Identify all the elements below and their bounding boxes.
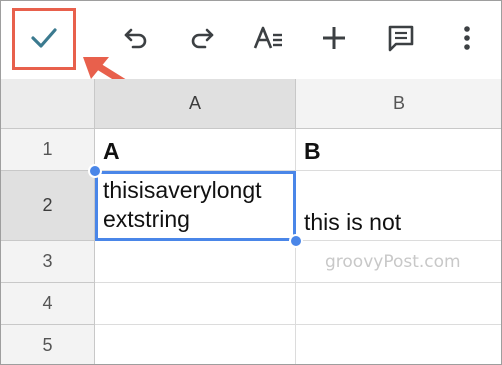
cell-text: B bbox=[304, 138, 321, 164]
column-header-label: A bbox=[188, 93, 201, 113]
more-options-button[interactable] bbox=[444, 15, 490, 61]
comment-button[interactable] bbox=[378, 15, 424, 61]
column-header-label: B bbox=[392, 93, 405, 113]
row-header-5[interactable]: 5 bbox=[1, 325, 95, 364]
cell-a4[interactable] bbox=[95, 283, 296, 325]
cell-a5[interactable] bbox=[95, 325, 296, 364]
cell-selection-outline bbox=[95, 171, 296, 241]
toolbar bbox=[1, 1, 501, 79]
cell-b5[interactable] bbox=[296, 325, 501, 364]
cell-text: A bbox=[103, 138, 120, 164]
cell-text: this is not bbox=[304, 209, 402, 235]
row-header-label: 2 bbox=[42, 195, 53, 215]
cell-b4[interactable] bbox=[296, 283, 501, 325]
app-frame: A B 1 2 3 4 5 A B thisisaverylongt extst… bbox=[0, 0, 502, 365]
more-vert-icon bbox=[464, 26, 470, 50]
column-header-b[interactable]: B bbox=[296, 79, 501, 129]
undo-icon bbox=[124, 28, 147, 49]
row-header-1[interactable]: 1 bbox=[1, 129, 95, 171]
text-format-icon bbox=[253, 26, 282, 49]
column-header-a[interactable]: A bbox=[95, 79, 296, 129]
row-header-3[interactable]: 3 bbox=[1, 241, 95, 283]
cell-b2[interactable]: this is not bbox=[296, 171, 501, 241]
cell-a1[interactable]: A bbox=[95, 129, 296, 171]
selection-start-handle[interactable] bbox=[88, 164, 102, 178]
row-header-label: 5 bbox=[42, 335, 53, 355]
row-header-label: 3 bbox=[42, 251, 53, 271]
text-format-button[interactable] bbox=[245, 15, 291, 61]
cell-a3[interactable] bbox=[95, 241, 296, 283]
insert-button[interactable] bbox=[311, 15, 357, 61]
redo-icon bbox=[191, 28, 214, 49]
watermark: groovyPost.com bbox=[325, 252, 461, 272]
selection-end-handle[interactable] bbox=[289, 234, 303, 248]
row-header-label: 4 bbox=[42, 293, 53, 313]
row-header-label: 1 bbox=[42, 139, 53, 159]
spreadsheet-grid: A B 1 2 3 4 5 A B thisisaverylongt extst… bbox=[1, 79, 501, 364]
select-all-corner[interactable] bbox=[1, 79, 95, 129]
row-header-2[interactable]: 2 bbox=[1, 171, 95, 241]
comment-icon bbox=[388, 25, 414, 52]
cell-b1[interactable]: B bbox=[296, 129, 501, 171]
plus-icon bbox=[323, 27, 345, 49]
row-header-4[interactable]: 4 bbox=[1, 283, 95, 325]
redo-button[interactable] bbox=[179, 15, 225, 61]
annotation-highlight-box bbox=[12, 8, 76, 70]
